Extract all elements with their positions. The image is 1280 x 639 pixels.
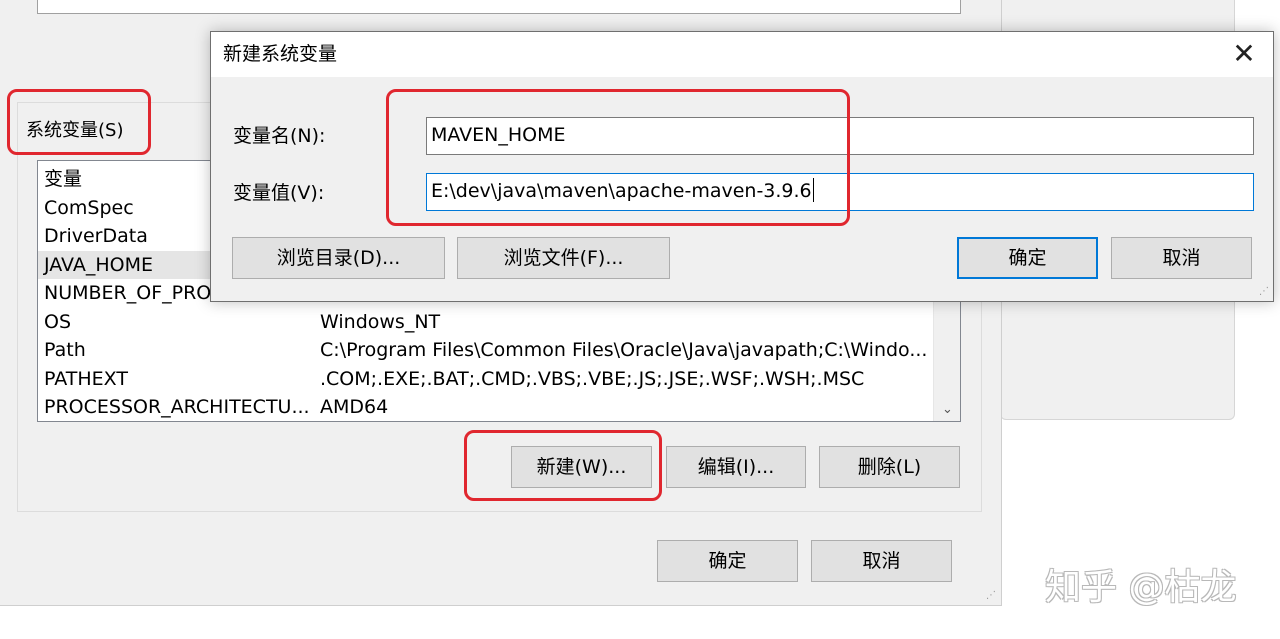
variable-value: AMD64	[320, 396, 389, 418]
chevron-down-icon[interactable]: ⌄	[934, 402, 961, 417]
highlight-system-variables-label	[7, 89, 151, 155]
dialog-titlebar[interactable]: 新建系统变量 ✕	[211, 32, 1273, 77]
highlight-variable-fields	[386, 89, 850, 226]
table-row[interactable]: Path C:\Program Files\Common Files\Oracl…	[38, 336, 934, 364]
resize-grip-icon[interactable]: ⋰	[986, 590, 998, 602]
variable-name: Path	[44, 339, 86, 361]
variable-value: .COM;.EXE;.BAT;.CMD;.VBS;.VBE;.JS;.JSE;.…	[320, 368, 865, 390]
table-row[interactable]: PATHEXT .COM;.EXE;.BAT;.CMD;.VBS;.VBE;.J…	[38, 365, 934, 393]
dialog-ok-button[interactable]: 确定	[957, 237, 1098, 279]
watermark-text: 知乎 @枯龙	[1045, 567, 1237, 608]
table-row[interactable]: PROCESSOR_ARCHITECTU... AMD64	[38, 393, 934, 421]
variable-value-label: 变量值(V):	[233, 182, 325, 204]
table-row[interactable]: OS Windows_NT	[38, 308, 934, 336]
user-variables-list[interactable]	[37, 0, 961, 14]
highlight-new-button	[464, 430, 662, 501]
variable-name: ComSpec	[44, 197, 134, 219]
env-ok-button[interactable]: 确定	[657, 540, 798, 582]
env-cancel-button[interactable]: 取消	[811, 540, 952, 582]
dialog-title: 新建系统变量	[223, 43, 338, 65]
variable-name-label: 变量名(N):	[233, 125, 326, 147]
variable-name: DriverData	[44, 225, 148, 247]
resize-grip-icon[interactable]: ⋰	[1259, 286, 1271, 298]
browse-directory-button[interactable]: 浏览目录(D)...	[232, 237, 445, 279]
delete-variable-button[interactable]: 删除(L)	[819, 446, 960, 488]
close-icon[interactable]: ✕	[1227, 38, 1261, 72]
variable-name: PROCESSOR_ARCHITECTU...	[44, 396, 310, 418]
browse-file-button[interactable]: 浏览文件(F)...	[457, 237, 670, 279]
column-header-variable[interactable]: 变量	[44, 165, 82, 193]
dialog-cancel-button[interactable]: 取消	[1111, 237, 1252, 279]
variable-name: PATHEXT	[44, 368, 128, 390]
variable-value: Windows_NT	[320, 311, 441, 333]
variable-value: C:\Program Files\Common Files\Oracle\Jav…	[320, 339, 928, 361]
variable-name: JAVA_HOME	[44, 254, 153, 276]
variable-name: OS	[44, 311, 72, 333]
edit-variable-button[interactable]: 编辑(I)...	[666, 446, 806, 488]
variable-name: NUMBER_OF_PRO	[44, 282, 212, 304]
